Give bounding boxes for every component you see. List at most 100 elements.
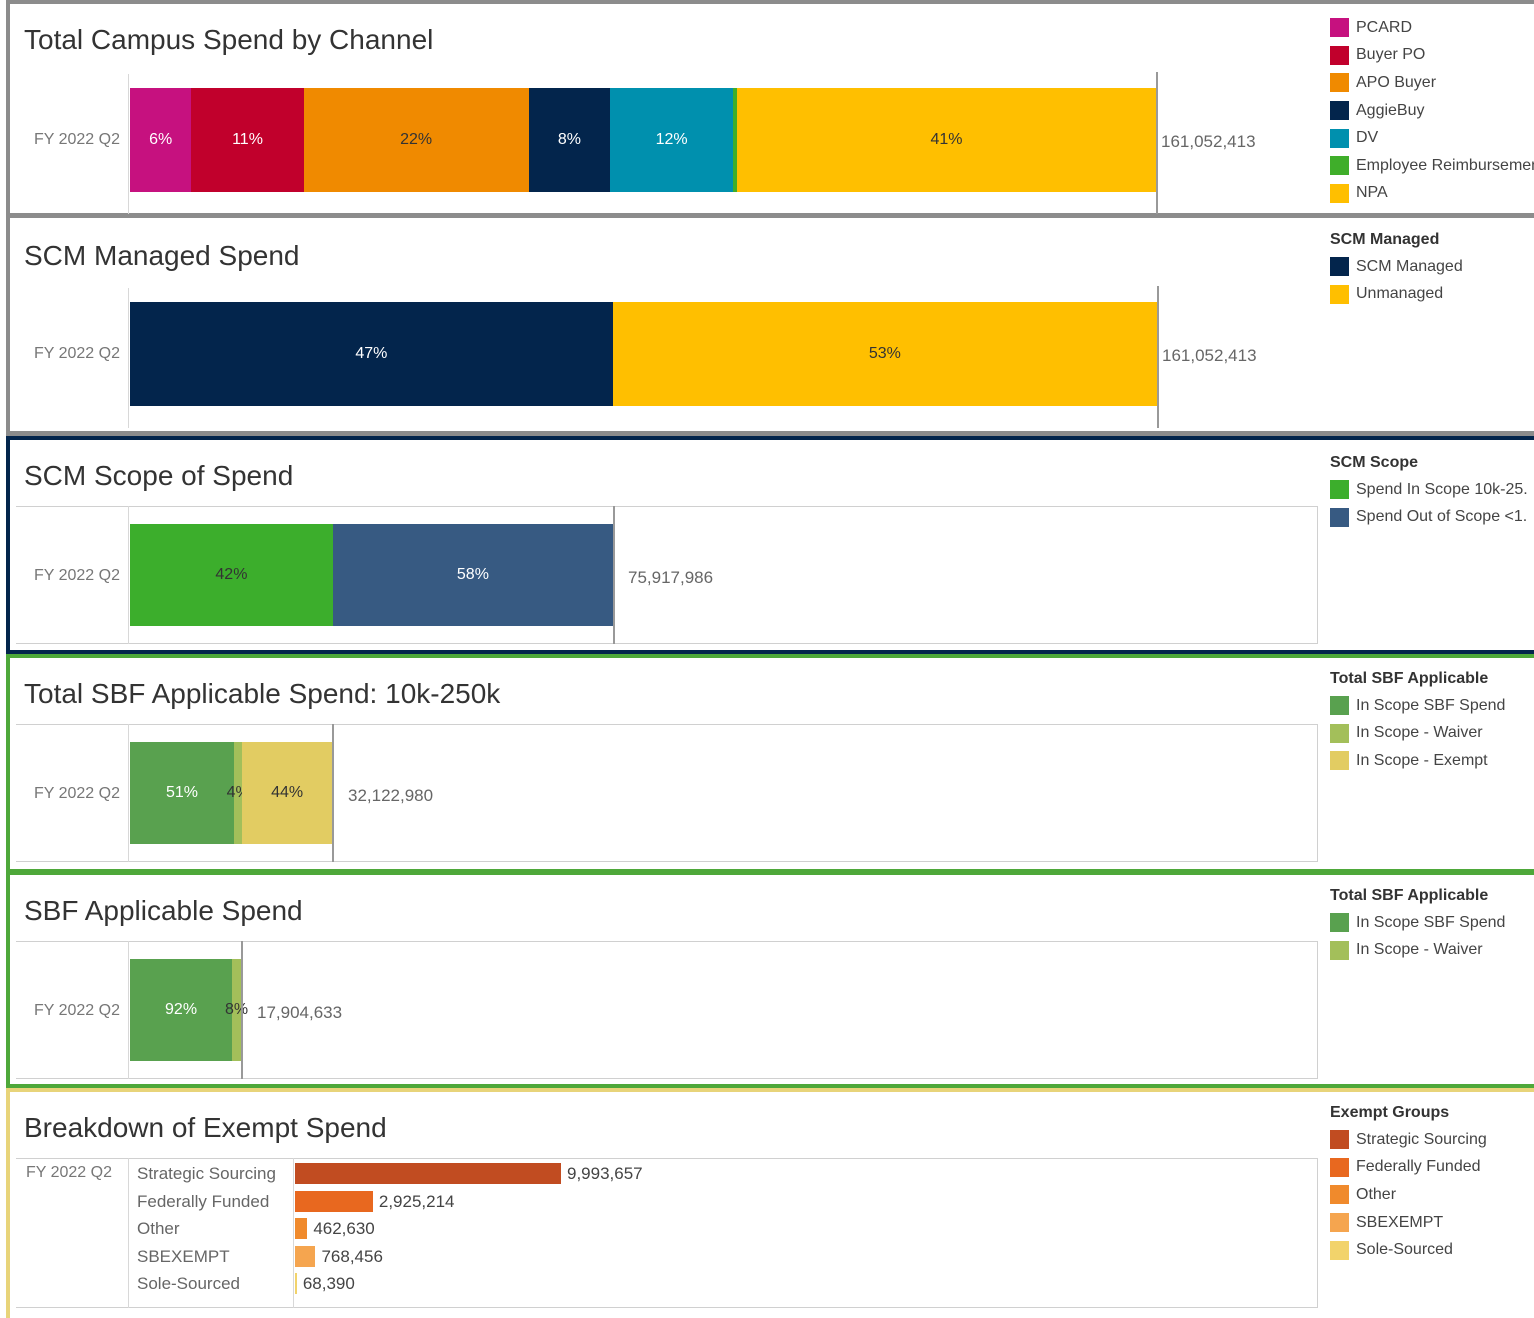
category-label-federally-funded: Federally Funded (137, 1191, 270, 1211)
legend-swatch (1330, 751, 1349, 771)
legend-swatch (1330, 913, 1349, 933)
value-label: 68,390 (302, 1274, 355, 1293)
bar-segment-apo-buyer[interactable]: 22% (303, 88, 529, 192)
bar-sole-sourced[interactable] (295, 1273, 297, 1294)
data-label: 47% (355, 345, 388, 362)
legend-swatch (1330, 128, 1349, 148)
bar-segment-npa[interactable]: 41% (737, 88, 1156, 192)
legend-item-federally-funded[interactable]: Federally Funded (1330, 1154, 1487, 1182)
total-line (1157, 286, 1159, 428)
legend-swatch (1330, 183, 1349, 203)
panel-exempt: Breakdown of Exempt Spend FY 2022 Q2 Str… (6, 1088, 1534, 1318)
bar-strategic-sourcing[interactable] (295, 1163, 561, 1184)
legend-swatch (1330, 1213, 1349, 1233)
period-label: FY 2022 Q2 (34, 345, 120, 362)
data-label: 22% (400, 131, 433, 148)
legend-label: Employee Reimbursement (1356, 156, 1534, 174)
legend-item-buyer-po[interactable]: Buyer PO (1330, 42, 1534, 70)
panel-sbf: SBF Applicable Spend FY 2022 Q2 92% 8% 17… (6, 870, 1534, 1088)
panel-scope: SCM Scope of Spend FY 2022 Q2 42% 58% 75,… (6, 436, 1534, 654)
legend-item-other[interactable]: Other (1330, 1181, 1487, 1209)
bar-segment-buyer-po[interactable]: 11% (191, 88, 304, 192)
legend-label: In Scope - Exempt (1356, 751, 1488, 769)
legend-label: PCARD (1356, 18, 1413, 36)
bar-segment-pcard[interactable]: 6% (130, 88, 192, 192)
legend-item-apo-buyer[interactable]: APO Buyer (1330, 69, 1534, 97)
legend-label: SBEXEMPT (1356, 1213, 1444, 1231)
bar-segment-unmanaged[interactable]: 53% (612, 302, 1157, 406)
legend-item-employee-reimbursement[interactable]: Employee Reimbursement (1330, 152, 1534, 180)
data-label: 11% (232, 131, 263, 148)
legend-item-in-scope-sbf-spend[interactable]: In Scope SBF Spend (1330, 909, 1505, 937)
bar-segment-in-scope-waiver[interactable]: 4% (227, 742, 250, 844)
legend-swatch (1330, 723, 1349, 743)
bar-segment-in-scope-exempt[interactable]: 44% (242, 742, 332, 844)
legend-swatch (1330, 156, 1349, 176)
bar-segment-spend-out-of-scope-1[interactable]: 58% (332, 524, 613, 626)
bar-segment-dv[interactable]: 12% (610, 88, 733, 192)
legend-item-spend-out-of-scope-1[interactable]: Spend Out of Scope <1. (1330, 504, 1528, 532)
total-label: 161,052,413 (1162, 346, 1257, 365)
axis-divider (128, 1158, 129, 1308)
legend-title: Total SBF Applicable (1330, 670, 1489, 687)
axis-divider (128, 941, 129, 1079)
panel-title: Total Campus Spend by Channel (24, 24, 434, 55)
legend-swatch (1330, 73, 1349, 93)
legend-label: Strategic Sourcing (1356, 1130, 1487, 1148)
legend-label: NPA (1356, 184, 1388, 202)
legend-sbf-total: Total SBF Applicable In Scope SBF Spend I… (1330, 670, 1505, 775)
bar-segment-in-scope-sbf-spend[interactable]: 51% (130, 742, 235, 844)
legend-item-strategic-sourcing[interactable]: Strategic Sourcing (1330, 1126, 1487, 1154)
value-label: 2,925,214 (378, 1191, 455, 1211)
bar-federally-funded[interactable] (295, 1190, 373, 1212)
legend-item-unmanaged[interactable]: Unmanaged (1330, 281, 1463, 309)
legend-swatch (1330, 507, 1349, 527)
legend-item-pcard[interactable]: PCARD (1330, 14, 1534, 42)
panel-managed: SCM Managed Spend FY 2022 Q2 47% 53% 161,… (6, 218, 1534, 436)
legend-channel: PCARD Buyer PO APO Buyer AggieBuy DV Employee… (1330, 14, 1534, 207)
legend-item-in-scope-exempt[interactable]: In Scope - Exempt (1330, 747, 1505, 775)
legend-item-in-scope-sbf-spend[interactable]: In Scope SBF Spend (1330, 692, 1505, 720)
data-label: 44% (271, 784, 304, 801)
panel-title: Breakdown of Exempt Spend (24, 1112, 387, 1143)
axis-divider (128, 74, 129, 214)
legend-item-npa[interactable]: NPA (1330, 180, 1534, 208)
bar-segment-aggiebuy[interactable]: 8% (528, 88, 611, 192)
legend-item-aggiebuy[interactable]: AggieBuy (1330, 97, 1534, 125)
bar-segment-in-scope-waiver[interactable]: 8% (225, 959, 248, 1061)
total-line (241, 941, 243, 1079)
total-label: 75,917,986 (628, 568, 714, 587)
data-label: 51% (166, 784, 199, 801)
value-label: 9,993,657 (567, 1164, 643, 1183)
category-label-sbexempt: SBEXEMPT (137, 1246, 230, 1266)
value-label: 768,456 (321, 1246, 383, 1266)
bar-other[interactable] (295, 1218, 308, 1239)
legend-label: APO Buyer (1356, 73, 1437, 91)
legend-item-in-scope-waiver[interactable]: In Scope - Waiver (1330, 937, 1505, 965)
legend-swatch (1330, 257, 1349, 277)
legend-label: AggieBuy (1356, 101, 1425, 119)
legend-item-sbexempt[interactable]: SBEXEMPT (1330, 1209, 1487, 1237)
axis-divider (293, 1158, 294, 1308)
legend-item-scm-managed[interactable]: SCM Managed (1330, 253, 1463, 281)
bar-segment-in-scope-sbf-spend[interactable]: 92% (130, 959, 233, 1061)
data-label: 53% (868, 345, 901, 362)
legend-item-dv[interactable]: DV (1330, 124, 1534, 152)
total-label: 161,052,413 (1161, 132, 1256, 151)
legend-label: Spend Out of Scope <1. (1356, 508, 1528, 526)
legend-swatch (1330, 1240, 1349, 1260)
total-line (332, 724, 334, 862)
axis-divider (128, 724, 129, 862)
legend-item-sole-sourced[interactable]: Sole-Sourced (1330, 1236, 1487, 1264)
bar-segment-spend-in-scope-10k-25[interactable]: 42% (130, 524, 333, 626)
axis-divider (128, 288, 129, 428)
period-label: FY 2022 Q2 (34, 567, 120, 584)
bar-segment-scm-managed[interactable]: 47% (130, 302, 613, 406)
bar-sbexempt[interactable] (295, 1245, 316, 1267)
data-label: 8% (224, 1001, 249, 1018)
legend-sbf: Total SBF Applicable In Scope SBF Spend I… (1330, 887, 1505, 964)
legend-item-spend-in-scope-10k-25[interactable]: Spend In Scope 10k-25. (1330, 476, 1528, 504)
legend-item-in-scope-waiver[interactable]: In Scope - Waiver (1330, 720, 1505, 748)
data-label: 58% (456, 566, 489, 583)
legend-swatch (1330, 284, 1349, 304)
